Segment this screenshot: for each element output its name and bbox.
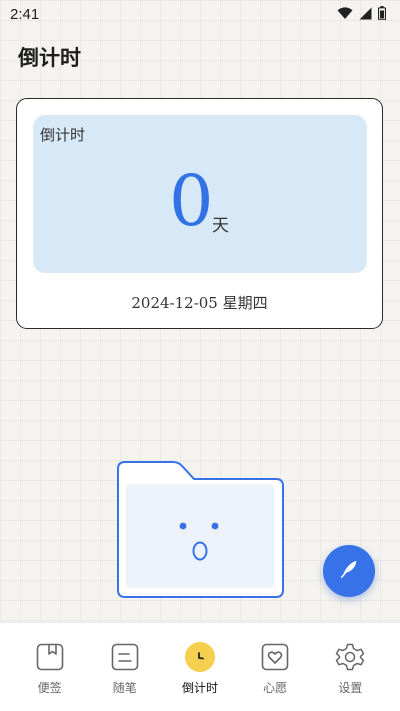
nav-item-essays[interactable]: 随笔 [95, 641, 155, 711]
nav-label-countdown: 倒计时 [181, 681, 218, 695]
days-unit: 天 [212, 216, 229, 236]
nav-item-countdown[interactable]: 倒计时 [170, 641, 230, 711]
signal-icon [359, 5, 372, 24]
days-remaining: 0 [169, 160, 214, 242]
nav-item-wishes[interactable]: 心愿 [245, 641, 305, 711]
surprised-folder-illustration [116, 458, 286, 600]
nav-item-settings[interactable]: 设置 [320, 641, 380, 711]
target-date: 2024-12-05 星期四 [131, 294, 268, 312]
gear-icon [334, 641, 366, 673]
countdown-panel: 倒计时 0 天 [33, 115, 367, 273]
nav-label-essays: 随笔 [112, 681, 137, 695]
notebook-icon [34, 641, 66, 673]
note-icon [109, 641, 141, 673]
countdown-label: 倒计时 [40, 126, 86, 144]
countdown-card[interactable]: 倒计时 0 天 2024-12-05 星期四 [16, 98, 383, 329]
nav-item-notes[interactable]: 便签 [20, 641, 80, 711]
heart-icon [259, 641, 291, 673]
nav-label-wishes: 心愿 [263, 681, 288, 695]
page-title: 倒计时 [18, 46, 81, 70]
bottom-nav: 便签 随笔 倒计时 心愿 设置 [0, 622, 400, 711]
status-icons [337, 5, 387, 24]
clock-icon [184, 641, 216, 673]
add-entry-button[interactable] [323, 545, 375, 597]
battery-icon [377, 5, 387, 24]
nav-label-notes: 便签 [37, 681, 62, 695]
nav-label-settings: 设置 [338, 681, 363, 695]
feather-icon [338, 558, 360, 584]
wifi-icon [337, 5, 353, 24]
status-bar: 2:41 [0, 0, 400, 28]
status-time: 2:41 [10, 5, 40, 23]
